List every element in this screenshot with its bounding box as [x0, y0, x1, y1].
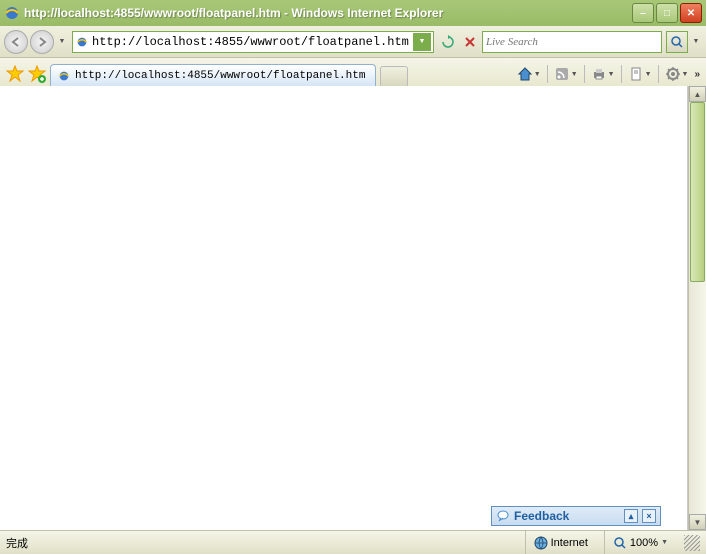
scroll-thumb[interactable]: [690, 102, 705, 282]
scroll-up-button[interactable]: ▲: [689, 86, 706, 102]
globe-icon: [534, 536, 548, 550]
address-input[interactable]: [92, 35, 410, 49]
zoom-icon: [613, 536, 627, 550]
vertical-scrollbar[interactable]: ▲ ▼: [688, 86, 706, 530]
zoom-label: 100%: [630, 537, 658, 549]
tools-button[interactable]: ▼: [665, 66, 689, 82]
status-bar: 完成 Internet 100% ▼: [0, 530, 706, 554]
titlebar: http://localhost:4855/wwwroot/floatpanel…: [0, 0, 706, 26]
page-content: Feedback ▴ ×: [0, 86, 688, 530]
close-button[interactable]: ✕: [680, 3, 702, 23]
refresh-button[interactable]: [438, 32, 458, 52]
feedback-close-button[interactable]: ×: [642, 509, 656, 523]
feedback-expand-button[interactable]: ▴: [624, 509, 638, 523]
search-input[interactable]: [486, 36, 658, 48]
print-button[interactable]: ▼: [591, 66, 615, 82]
history-dropdown[interactable]: ▼: [56, 31, 68, 53]
feedback-title: Feedback: [514, 509, 620, 523]
ie-page-icon: [57, 69, 71, 83]
separator: [621, 65, 622, 83]
address-dropdown[interactable]: ▼: [413, 33, 431, 51]
window-title: http://localhost:4855/wwwroot/floatpanel…: [24, 6, 632, 20]
page-button[interactable]: ▼: [628, 66, 652, 82]
separator: [547, 65, 548, 83]
feeds-button[interactable]: ▼: [554, 66, 578, 82]
search-box[interactable]: [482, 31, 662, 53]
add-favorite-icon[interactable]: [28, 65, 46, 83]
new-tab-button[interactable]: [380, 66, 408, 86]
home-button[interactable]: ▼: [517, 66, 541, 82]
ie-logo-icon: [4, 5, 20, 21]
scroll-down-button[interactable]: ▼: [689, 514, 706, 530]
toolbar-overflow[interactable]: »: [694, 69, 700, 80]
feedback-panel[interactable]: Feedback ▴ ×: [491, 506, 661, 526]
back-button[interactable]: [4, 30, 28, 54]
favorites-icons: [6, 62, 46, 86]
status-text: 完成: [6, 535, 517, 551]
separator: [658, 65, 659, 83]
separator: [584, 65, 585, 83]
window-buttons: – □ ✕: [632, 3, 702, 23]
search-button[interactable]: [666, 31, 688, 53]
resize-grip[interactable]: [684, 535, 700, 551]
minimize-button[interactable]: –: [632, 3, 654, 23]
feedback-icon: [496, 509, 510, 523]
status-zoom[interactable]: 100% ▼: [604, 531, 676, 554]
stop-button[interactable]: [460, 32, 480, 52]
command-bar: ▼ ▼ ▼ ▼ ▼ »: [517, 62, 700, 86]
favorites-star-icon[interactable]: [6, 65, 24, 83]
search-dropdown[interactable]: ▼: [690, 31, 702, 53]
tab-label: http://localhost:4855/wwwroot/floatpanel…: [75, 70, 365, 82]
maximize-button[interactable]: □: [656, 3, 678, 23]
status-zone[interactable]: Internet: [525, 531, 596, 554]
zone-label: Internet: [551, 537, 588, 549]
address-bar[interactable]: ▼: [72, 31, 434, 53]
nav-toolbar: ▼ ▼ ▼: [0, 26, 706, 58]
ie-page-icon: [75, 35, 89, 49]
tab-bar: http://localhost:4855/wwwroot/floatpanel…: [0, 58, 706, 86]
forward-button[interactable]: [30, 30, 54, 54]
content-area: Feedback ▴ × ▲ ▼: [0, 86, 706, 530]
tab-active[interactable]: http://localhost:4855/wwwroot/floatpanel…: [50, 64, 376, 86]
